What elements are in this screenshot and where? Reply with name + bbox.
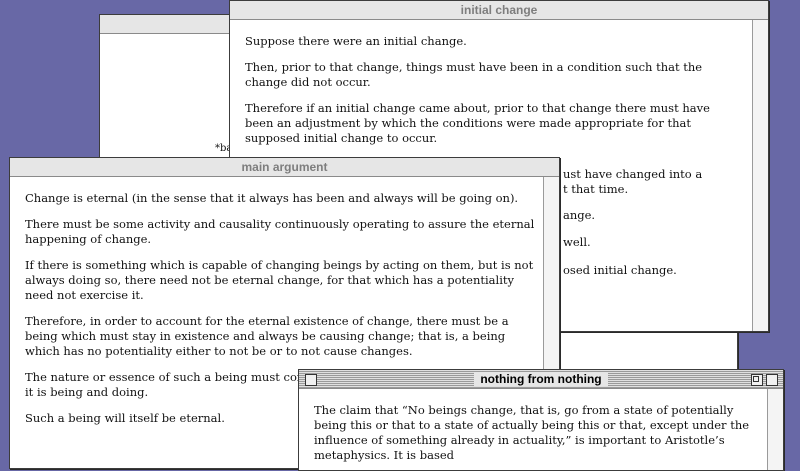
paragraph: Therefore if an initial change came abou… (245, 101, 710, 145)
main-argument-title: main argument (241, 160, 328, 174)
nothing-from-nothing-title: nothing from nothing (474, 372, 608, 386)
paragraph: Change is eternal (in the sense that it … (25, 191, 519, 205)
paragraph: Then, prior to that change, things must … (245, 60, 703, 89)
nothing-from-nothing-content: The claim that “No beings change, that i… (300, 389, 767, 469)
paragraph: There must be some activity and causalit… (25, 217, 535, 246)
paragraph-line: The nature or essence of such a being mu… (25, 370, 320, 384)
nothing-from-nothing-titlebar[interactable]: nothing from nothing (299, 370, 783, 389)
initial-change-titlebar[interactable]: initial change (230, 1, 768, 20)
nothing-from-nothing-text: The claim that “No beings change, that i… (314, 403, 757, 470)
collapse-box-icon[interactable] (766, 374, 778, 386)
partial-line: osed initial change. (563, 263, 677, 277)
nothing-from-nothing-scrollbar[interactable] (767, 389, 783, 470)
partial-line: t that time. (563, 182, 629, 196)
paragraph: The claim that “No beings change, that i… (314, 403, 750, 462)
initial-change-scrollbar[interactable] (752, 20, 768, 331)
nothing-from-nothing-window[interactable]: nothing from nothing The claim that “No … (298, 369, 784, 471)
main-argument-titlebar[interactable]: main argument (10, 158, 559, 177)
zoom-box-icon[interactable] (751, 374, 763, 386)
close-box-icon[interactable] (305, 374, 317, 386)
partial-line: ange. (563, 208, 596, 222)
paragraph: Suppose there were an initial change. (245, 34, 467, 48)
paragraph: If there is something which is capable o… (25, 258, 534, 302)
initial-change-text: Suppose there were an initial change. Th… (245, 34, 738, 157)
partial-line: well. (563, 235, 591, 249)
paragraph-line: it is being and doing. (25, 385, 149, 399)
paragraph: Therefore, in order to account for the e… (25, 314, 509, 358)
initial-change-partial-lines: ust have changed into a t that time. ang… (563, 167, 743, 331)
initial-change-title: initial change (460, 3, 538, 17)
partial-line: ust have changed into a (563, 167, 703, 181)
